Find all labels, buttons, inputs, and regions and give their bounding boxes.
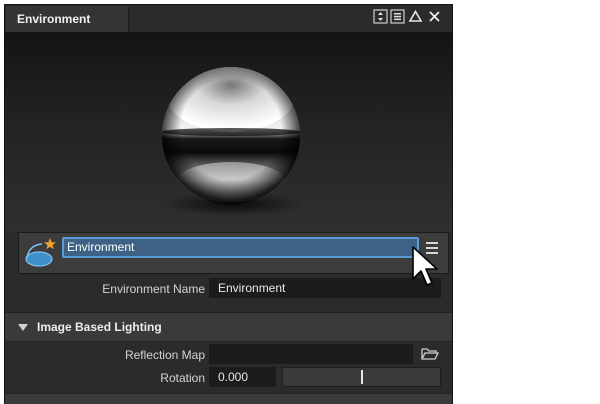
collapse-icon[interactable] — [408, 9, 423, 24]
environment-name-label: Environment Name — [102, 282, 205, 296]
rotation-slider-thumb[interactable] — [361, 370, 363, 384]
section-title: Image Based Lighting — [37, 320, 162, 334]
chrome-sphere-preview — [162, 67, 303, 216]
close-icon[interactable] — [427, 9, 442, 24]
reflection-map-label: Reflection Map — [124, 348, 205, 362]
panel-tab-title[interactable]: Environment Editor — [6, 6, 129, 52]
rotation-value-field[interactable]: 0.000 — [209, 367, 276, 387]
folder-open-icon[interactable] — [419, 344, 441, 364]
menu-icon[interactable] — [390, 9, 405, 24]
environment-name-input[interactable]: Environment — [62, 237, 419, 258]
next-section-header[interactable] — [5, 393, 452, 404]
material-preview-area[interactable] — [5, 32, 452, 232]
environment-header-row: Environment — [18, 232, 449, 274]
reflection-map-field[interactable] — [209, 344, 413, 364]
title-bar: Environment Editor — [5, 5, 452, 52]
mouse-cursor-icon — [411, 245, 441, 289]
environment-name-field[interactable]: Environment — [209, 278, 441, 298]
environment-editor-panel: Environment Editor — [4, 4, 453, 404]
expand-triangle-icon[interactable] — [18, 324, 28, 332]
image-based-lighting-section[interactable]: Image Based Lighting — [5, 312, 452, 342]
rotation-slider[interactable] — [282, 367, 441, 387]
resize-vertical-icon[interactable] — [373, 9, 388, 24]
environment-add-icon — [24, 237, 58, 269]
rotation-label: Rotation — [160, 371, 205, 385]
